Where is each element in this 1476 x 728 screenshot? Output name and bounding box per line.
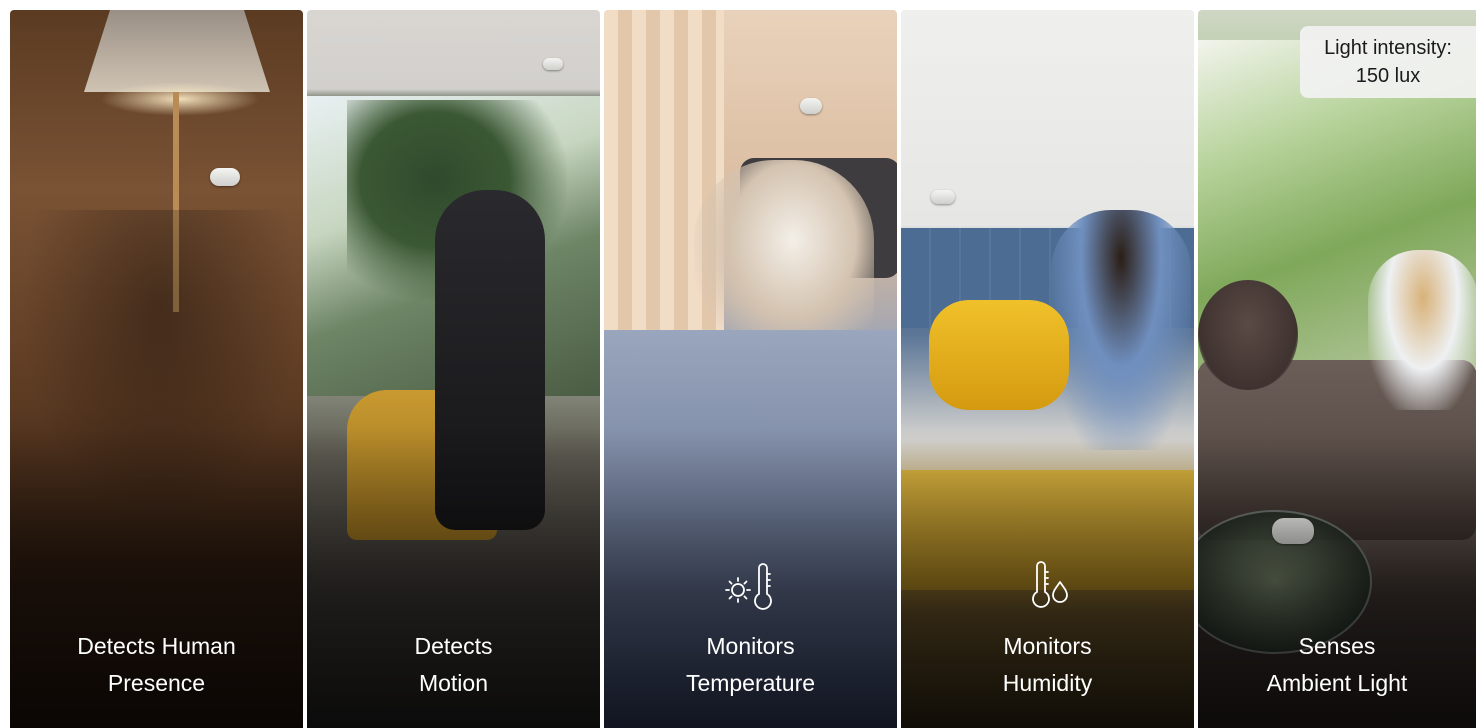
light-intensity-badge: Light intensity: 150 lux <box>1300 26 1476 98</box>
caption-line-2: Humidity <box>1002 670 1093 696</box>
panel-temperature: Monitors Temperature <box>604 10 897 728</box>
caption-line-1: Monitors <box>706 633 795 659</box>
caption-line-1: Senses <box>1298 633 1376 659</box>
feature-caption: Detects Motion <box>307 628 600 702</box>
feature-caption: Detects Human Presence <box>10 628 303 702</box>
sensor-device <box>210 168 240 186</box>
lamp-glow <box>100 82 260 116</box>
panel-humidity: Monitors Humidity <box>901 10 1194 728</box>
sensor-device <box>931 190 955 204</box>
panel-human-presence: Detects Human Presence <box>10 10 303 728</box>
sensor-device <box>543 58 563 70</box>
light-intensity-label: Light intensity: <box>1324 37 1452 59</box>
caption-line-2: Motion <box>418 670 489 696</box>
caption-line-2: Ambient Light <box>1266 670 1408 696</box>
feature-gallery: Detects Human Presence Detects Motion Mo… <box>10 10 1476 728</box>
woman-on-sofa-photo <box>1368 250 1476 410</box>
panel-motion: Detects Motion <box>307 10 600 728</box>
dog-photo <box>1198 280 1298 390</box>
caption-line-1: Detects <box>414 633 493 659</box>
sun-thermometer-icon <box>724 563 772 610</box>
thermometer-droplet-icon <box>1031 561 1068 608</box>
sensor-device <box>800 98 822 114</box>
father-photo <box>1051 210 1191 450</box>
feature-caption: Monitors Temperature <box>604 628 897 702</box>
caption-line-2: Temperature <box>685 670 816 696</box>
feature-caption: Monitors Humidity <box>901 628 1194 702</box>
feature-caption: Senses Ambient Light <box>1198 628 1476 702</box>
caption-line-1: Detects Human <box>77 633 236 659</box>
panel-ambient-light: Light intensity: 150 lux Senses Ambient … <box>1198 10 1476 728</box>
light-intensity-value: 150 lux <box>1355 65 1421 87</box>
caption-line-2: Presence <box>107 670 206 696</box>
child-reading-photo <box>929 300 1069 410</box>
caption-line-1: Monitors <box>1003 633 1092 659</box>
lamp-shade <box>84 10 270 92</box>
